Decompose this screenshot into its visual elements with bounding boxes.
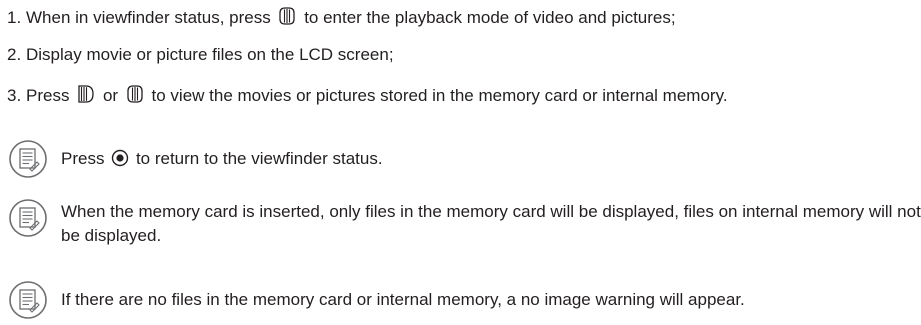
left-arrow-button-icon: [277, 6, 297, 31]
note-2: When the memory card is inserted, only f…: [8, 198, 921, 246]
right-arrow-button-icon: [76, 84, 96, 109]
step-text: Display movie or picture files on the LC…: [26, 45, 394, 64]
step-text-before: When in viewfinder status, press: [26, 8, 271, 27]
step-1: 1. When in viewfinder status, press to en…: [7, 6, 676, 31]
note-text: When the memory card is inserted, only f…: [61, 202, 921, 245]
step-text-after: to enter the playback mode of video and …: [304, 8, 676, 27]
memo-note-icon: [8, 280, 48, 325]
left-arrow-button-icon: [125, 84, 145, 109]
step-text-after: to view the movies or pictures stored in…: [151, 86, 728, 105]
note-text-after: to return to the viewfinder status.: [135, 149, 383, 168]
note-1: Press to return to the viewfinder status…: [8, 139, 913, 179]
memo-note-icon: [8, 139, 48, 184]
note-text-before: Press: [61, 149, 105, 168]
note-text: If there are no files in the memory card…: [61, 290, 745, 309]
shutter-button-icon: [111, 149, 129, 172]
step-2: 2. Display movie or picture files on the …: [7, 45, 394, 65]
step-text-before: Press: [26, 86, 70, 105]
step-number: 2.: [7, 45, 22, 64]
manual-page: 1. When in viewfinder status, press to en…: [0, 0, 921, 321]
step-3: 3. Press or to view the movies or picture…: [7, 84, 728, 109]
step-number: 3.: [7, 86, 22, 105]
step-text-middle: or: [102, 86, 119, 105]
note-text: Press to return to the viewfinder status…: [61, 149, 921, 172]
step-number: 1.: [7, 8, 22, 27]
memo-note-icon: [8, 198, 48, 243]
note-3: If there are no files in the memory card…: [8, 280, 913, 320]
